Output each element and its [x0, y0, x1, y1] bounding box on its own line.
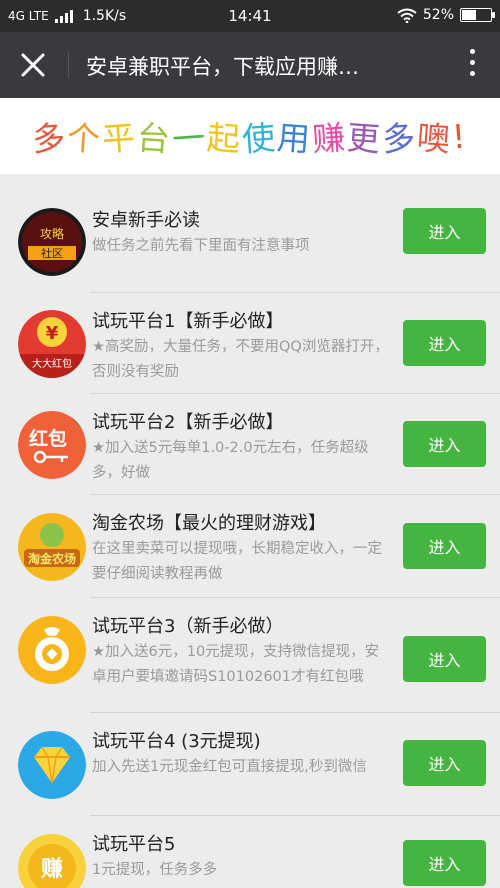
- banner-char: 台: [135, 117, 174, 160]
- page-title: 安卓兼职平台，下载应用赚…: [86, 55, 359, 79]
- list-item[interactable]: 淘金农场 淘金农场【最火的理财游戏】在这里卖菜可以提现哦，长期稳定收入，一定要仔…: [0, 495, 500, 598]
- svg-text:赚: 赚: [41, 856, 63, 882]
- svg-text:¥: ¥: [46, 323, 59, 344]
- status-right: 52%: [397, 7, 495, 23]
- svg-text:社区: 社区: [41, 246, 63, 260]
- banner-char: 使: [241, 117, 279, 160]
- banner-char: 噢: [415, 117, 454, 160]
- status-bar: 4G LTE 1.5K/s 14:41 52%: [0, 0, 500, 32]
- item-description: ★加入送5元每单1.0-2.0元左右，任务超级多，好做: [92, 440, 369, 481]
- close-button[interactable]: [18, 50, 48, 80]
- banner-char: 用: [275, 117, 314, 160]
- battery-level: [462, 10, 477, 20]
- enter-button[interactable]: 进入: [403, 421, 486, 467]
- svg-text:淘金农场: 淘金农场: [28, 551, 76, 566]
- banner-char: !: [451, 116, 469, 156]
- red-envelope-key-icon: 红包: [18, 411, 86, 479]
- wifi-icon: [397, 8, 417, 23]
- item-description: ★加入送6元，10元提现，支持微信提现，安卓用户要填邀请码S10102601才有…: [92, 644, 380, 685]
- enter-button[interactable]: 进入: [403, 320, 486, 366]
- enter-button[interactable]: 进入: [403, 840, 486, 886]
- more-button[interactable]: [466, 49, 478, 81]
- battery-icon: [460, 8, 495, 22]
- coin-bag-icon: [18, 616, 86, 684]
- item-title: 试玩平台5: [92, 834, 176, 855]
- svg-text:攻略: 攻略: [40, 226, 64, 241]
- banner-slogan: 多个平台一起使用赚更多噢!: [0, 98, 500, 174]
- banner-char: 更: [345, 117, 384, 160]
- list-item[interactable]: 试玩平台3（新手必做） ★加入送6元，10元提现，支持微信提现，安卓用户要填邀请码…: [0, 598, 500, 713]
- battery-percent: 52%: [422, 7, 454, 23]
- enter-button[interactable]: 进入: [403, 523, 486, 569]
- svg-text:红包: 红包: [29, 427, 67, 450]
- gold-farm-icon: 淘金农场: [18, 513, 86, 581]
- banner-char: 多: [31, 117, 69, 160]
- item-description: 在这里卖菜可以提现哦，长期稳定收入，一定要仔细阅读教程再做: [92, 541, 382, 582]
- list-item[interactable]: 试玩平台4 (3元提现) 加入先送1元现金红包可直接提现,秒到微信 进入: [0, 713, 500, 816]
- more-dot: [469, 71, 475, 76]
- banner-char: 平: [101, 117, 139, 160]
- banner-char: 赚: [311, 117, 349, 160]
- item-description: 做任务之前先看下里面有注意事项: [92, 238, 310, 254]
- close-icon: [21, 53, 45, 77]
- more-vertical-icon: [469, 49, 475, 54]
- banner-char: 起: [205, 117, 244, 160]
- more-dot: [469, 60, 475, 65]
- item-description: ★高奖励，大量任务，不要用QQ浏览器打开，否则没有奖励: [92, 339, 389, 380]
- item-title: 试玩平台2【新手必做】: [92, 412, 284, 433]
- enter-button[interactable]: 进入: [403, 208, 486, 254]
- enter-button[interactable]: 进入: [403, 636, 486, 682]
- item-title: 安卓新手必读: [92, 210, 200, 231]
- yuan-red-envelope-icon: ¥ 大大红包: [18, 310, 86, 378]
- item-description: 1元提现，任务多多: [92, 862, 218, 878]
- list-item[interactable]: 赚 试玩平台5 1元提现，任务多多 进入: [0, 816, 500, 888]
- banner-char: 一: [171, 117, 209, 160]
- item-description: 加入先送1元现金红包可直接提现,秒到微信: [92, 759, 367, 775]
- enter-button[interactable]: 进入: [403, 740, 486, 786]
- title-bar: 安卓兼职平台，下载应用赚…: [0, 32, 500, 98]
- svg-text:大大红包: 大大红包: [32, 357, 72, 370]
- banner-char: 个: [65, 117, 104, 160]
- banner-char: 多: [381, 117, 419, 160]
- title-separator: [68, 52, 69, 78]
- earn-coin-icon: 赚: [18, 834, 86, 888]
- item-title: 淘金农场【最火的理财游戏】: [92, 513, 326, 534]
- list-item[interactable]: 红包 试玩平台2【新手必做】 ★加入送5元每单1.0-2.0元左右，任务超级多，好…: [0, 394, 500, 495]
- guide-community-icon: 攻略 社区: [18, 208, 86, 276]
- list-item[interactable]: ¥ 大大红包 试玩平台1【新手必做】 ★高奖励，大量任务，不要用QQ浏览器打开，否…: [0, 293, 500, 394]
- item-title: 试玩平台4 (3元提现): [92, 731, 261, 752]
- list-item[interactable]: 攻略 社区 安卓新手必读做任务之前先看下里面有注意事项 进入: [0, 190, 500, 293]
- item-title: 试玩平台3（新手必做）: [92, 616, 284, 637]
- diamond-icon: [18, 731, 86, 799]
- item-title: 试玩平台1【新手必做】: [92, 311, 284, 332]
